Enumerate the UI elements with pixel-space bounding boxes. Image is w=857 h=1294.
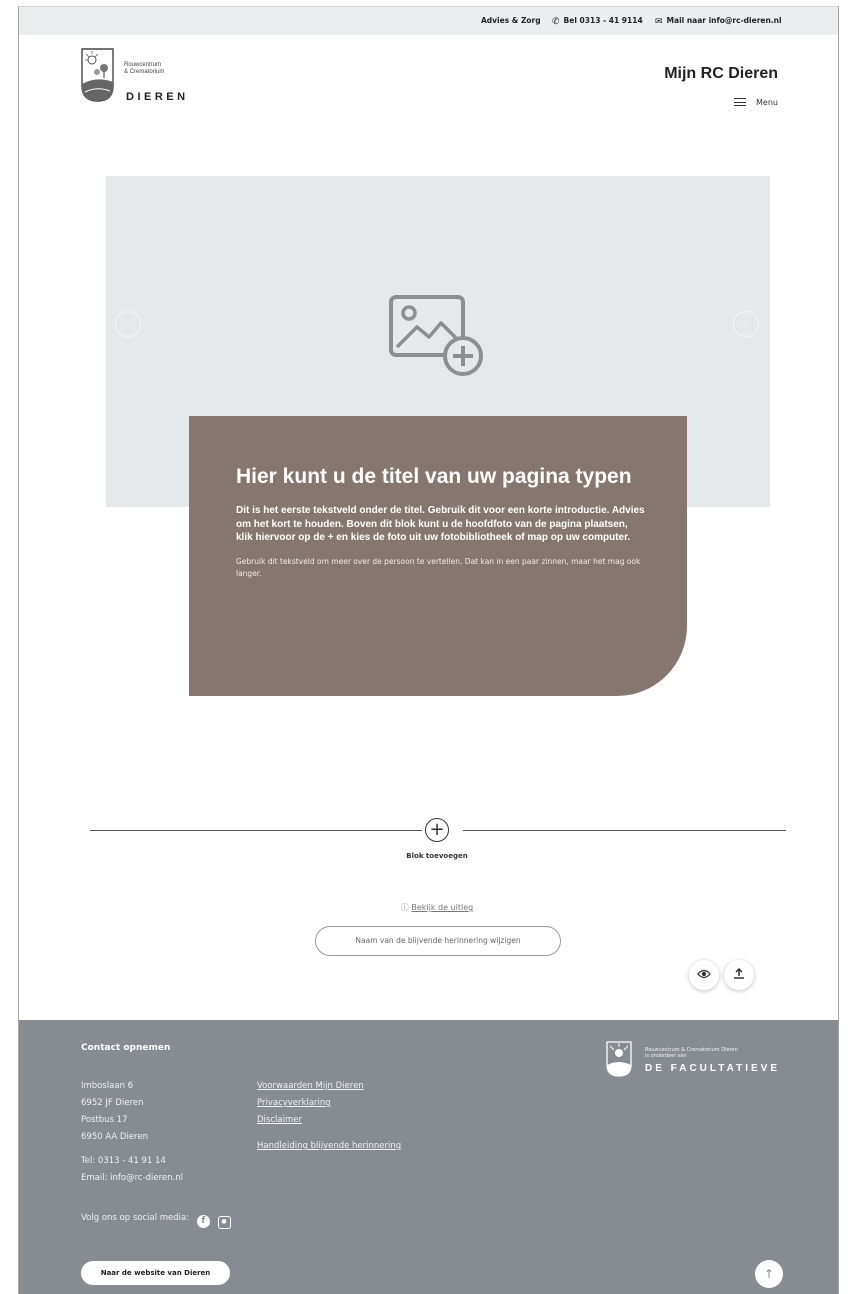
slider-prev-button[interactable]: ‹ (115, 311, 141, 337)
footer-link-manual[interactable]: Handleiding blijvende herinnering (257, 1141, 401, 1151)
rename-button[interactable]: Naam van de blijvende herinnering wijzig… (315, 926, 561, 956)
phone-link[interactable]: ✆ Bel 0313 - 41 9114 (552, 16, 643, 27)
hamburger-icon (734, 98, 747, 106)
logo-subtitle: Rouwcentrum & Crematorium (124, 62, 164, 76)
footer-link-privacy[interactable]: Privacyverklaring (257, 1095, 364, 1112)
add-block-button[interactable]: + (425, 818, 449, 842)
footer-links: Voorwaarden Mijn Dieren Privacyverklarin… (257, 1078, 364, 1129)
mail-icon: ✉ (655, 17, 663, 27)
logo-wordmark: DIEREN (126, 91, 189, 103)
footer-address: Imboslaan 6 6952 JF Dieren Postbus 17 69… (81, 1078, 148, 1146)
footer-social: Volg ons op social media: f ● (81, 1213, 231, 1229)
scroll-top-button[interactable]: ↑ (755, 1260, 783, 1288)
add-block-label: Blok toevoegen (406, 852, 468, 860)
account-title[interactable]: Mijn RC Dieren (664, 65, 778, 83)
menu-label: Menu (756, 98, 778, 107)
address-line: Imboslaan 6 (81, 1081, 134, 1091)
footer-link-disclaimer[interactable]: Disclaimer (257, 1112, 364, 1129)
footer: Contact opnemen Imboslaan 6 6952 JF Dier… (19, 1020, 838, 1294)
help-row: ⓘ Bekijk de uitleg (319, 902, 555, 913)
footer-contact: Tel: 0313 - 41 91 14 Email: info@rc-dier… (81, 1153, 183, 1187)
site-logo[interactable]: Rouwcentrum & Crematorium DIEREN (81, 48, 231, 104)
page-title[interactable]: Hier kunt u de titel van uw pagina typen (236, 462, 647, 492)
footer-email[interactable]: Email: info@rc-dieren.nl (81, 1170, 183, 1187)
title-card: Hier kunt u de titel van uw pagina typen… (189, 416, 687, 696)
footer-logo-wordmark: DE FACULTATIEVE (645, 1063, 780, 1074)
page: Advies & Zorg ✆ Bel 0313 - 41 9114 ✉ Mail … (18, 6, 839, 1294)
footer-heading: Contact opnemen (81, 1043, 171, 1053)
address-line: Postbus 17 (81, 1115, 128, 1125)
instagram-icon[interactable]: ● (217, 1216, 231, 1229)
divider-left (90, 830, 422, 831)
arrow-up-icon: ↑ (763, 1267, 775, 1281)
footer-logo-line-2: is onderdeel van (645, 1053, 687, 1059)
intro-text[interactable]: Dit is het eerste tekstveld onder de tit… (236, 504, 647, 545)
help-link[interactable]: Bekijk de uitleg (411, 903, 473, 912)
facebook-icon[interactable]: f (196, 1215, 210, 1228)
footer-logo[interactable]: Rouwcentrum & Crematorium Dieren is onde… (606, 1041, 806, 1081)
publish-button[interactable] (724, 960, 754, 990)
question-icon: ⓘ (400, 903, 409, 912)
preview-button[interactable] (689, 960, 719, 990)
advies-zorg-link[interactable]: Advies & Zorg (481, 16, 541, 25)
footer-link-voorwaarden[interactable]: Voorwaarden Mijn Dieren (257, 1078, 364, 1095)
image-plus-icon[interactable] (387, 293, 487, 383)
plus-icon: + (429, 819, 445, 840)
menu-button[interactable]: Menu (734, 98, 778, 107)
mail-label: Mail naar info@rc-dieren.nl (666, 16, 782, 25)
facultatieve-logo-icon (606, 1041, 632, 1077)
logo-mark-icon (81, 48, 114, 102)
upload-icon (734, 967, 744, 979)
address-line: 6952 JF Dieren (81, 1098, 144, 1108)
social-label: Volg ons op social media: (81, 1213, 190, 1223)
top-bar: Advies & Zorg ✆ Bel 0313 - 41 9114 ✉ Mail … (19, 7, 838, 35)
eye-icon (697, 969, 711, 979)
body-text[interactable]: Gebruik dit tekstveld om meer over de pe… (236, 556, 647, 580)
address-line: 6950 AA Dieren (81, 1132, 148, 1142)
mail-link[interactable]: ✉ Mail naar info@rc-dieren.nl (655, 16, 782, 27)
website-button[interactable]: Naar de website van Dieren (81, 1261, 230, 1285)
phone-icon: ✆ (552, 17, 560, 27)
footer-logo-subtitle: Rouwcentrum & Crematorium Dieren is onde… (645, 1047, 738, 1059)
phone-label: Bel 0313 - 41 9114 (563, 16, 643, 25)
footer-tel[interactable]: Tel: 0313 - 41 91 14 (81, 1153, 183, 1170)
slider-next-button[interactable]: › (733, 311, 759, 337)
logo-line-2: & Crematorium (124, 69, 165, 75)
logo-line-1: Rouwcentrum (124, 62, 162, 68)
divider-right (463, 830, 786, 831)
